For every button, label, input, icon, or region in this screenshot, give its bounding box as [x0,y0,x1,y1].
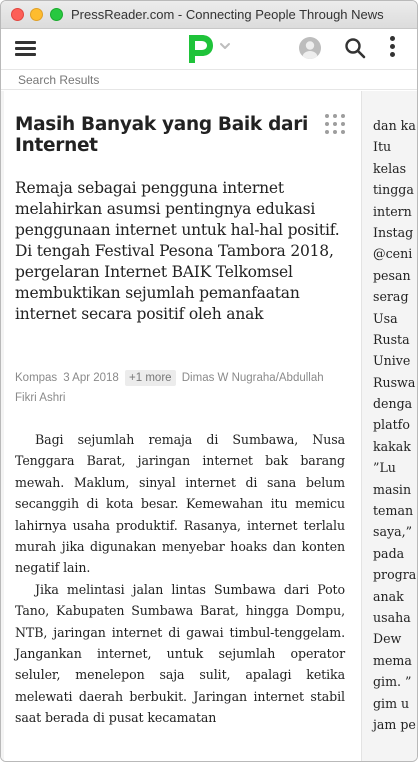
next-column-line: tingga [373,182,414,198]
next-column-line: Ruswa [373,374,416,390]
article-body: Bagi sejumlah remaja di Sumbawa, Nusa Te… [15,429,345,729]
more-vert-icon[interactable] [389,35,397,59]
window-title: PressReader.com - Connecting People Thro… [71,7,384,22]
article-paragraph: Jika melintasi jalan lintas Sumbawa dari… [15,581,345,726]
next-column-line: serag [373,289,409,305]
article-source[interactable]: Kompas [15,372,57,384]
next-column-line: denga [373,396,413,412]
next-column-line: pesan [373,267,411,283]
article-date: 3 Apr 2018 [63,372,119,384]
next-column-line: gim. ” [373,674,412,690]
next-column-line: Usa [373,310,398,326]
article-card: Masih Banyak yang Baik dari Internet Rem… [4,91,362,761]
next-column-line: kelas [373,160,407,176]
app-toolbar [1,29,417,69]
article-lede: Remaja sebagai pengguna internet melahir… [15,179,340,323]
next-column-line: ”Lu [373,460,396,476]
chevron-down-icon[interactable] [218,39,232,53]
breadcrumb-search-results[interactable]: Search Results [18,73,99,87]
breadcrumb: Search Results [1,69,417,90]
next-column-line: anak [373,588,404,604]
next-column-line: Rusta [373,331,410,347]
next-column-line: dan ka [373,118,416,133]
next-column-line: teman [373,503,414,519]
next-column-line: Unive [373,353,411,369]
next-column-line: @ceni [373,246,413,262]
article-paragraph: Bagi sejumlah remaja di Sumbawa, Nusa Te… [15,432,345,576]
minimize-window-button[interactable] [30,8,43,21]
next-column-line: intern [373,203,412,219]
title-bar: PressReader.com - Connecting People Thro… [1,1,417,29]
article-headline: Masih Banyak yang Baik dari Internet [15,114,309,156]
close-window-button[interactable] [11,8,24,21]
search-icon[interactable] [344,37,366,59]
next-column-line: mema [373,652,412,668]
grid-dots-icon[interactable] [324,113,346,135]
article-viewport[interactable]: Masih Banyak yang Baik dari Internet Rem… [1,91,417,761]
article-meta: Kompas 3 Apr 2018 +1 more Dimas W Nugraha… [15,368,345,408]
next-column-line: gim u [373,695,410,711]
menu-icon[interactable] [15,39,37,57]
maximize-window-button[interactable] [50,8,63,21]
next-column-line: Instag [373,224,414,240]
pressreader-logo[interactable] [183,32,215,66]
next-column-line: jam pe [373,716,416,732]
next-column-line: saya,” [373,524,413,540]
next-column-line: Dew [373,631,402,647]
next-column-line: masin [373,481,412,497]
more-sources-button[interactable]: +1 more [125,370,176,386]
next-column-line: kakak [373,438,411,454]
next-column-line: progra [373,567,417,583]
browser-window: PressReader.com - Connecting People Thro… [0,0,418,762]
next-column-line: pada [373,545,405,561]
user-avatar-icon[interactable] [299,37,321,59]
next-column-line: Itu [373,139,392,155]
next-column-preview: dan ka Itu kelas tingga intern Instag @ceni pes… [373,115,417,735]
next-column-line: usaha [373,609,411,625]
next-column-line: platfo [373,417,410,433]
